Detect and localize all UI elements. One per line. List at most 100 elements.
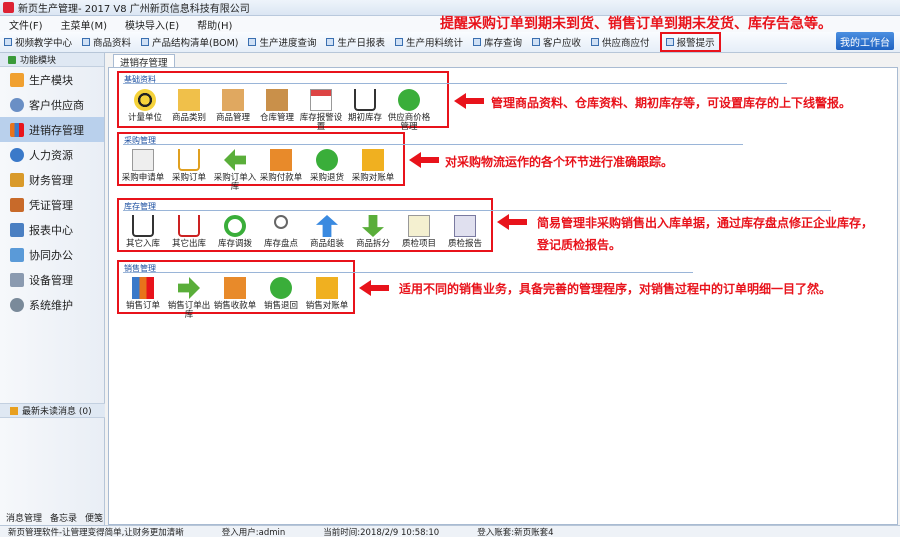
report-icon bbox=[10, 222, 24, 237]
menu-file[interactable]: 文件(F) bbox=[0, 17, 52, 32]
message-icon bbox=[10, 406, 18, 415]
toolbar-receivables[interactable]: 客户应收 bbox=[532, 35, 581, 49]
sidebar-item-collab[interactable]: 协同办公 bbox=[0, 242, 104, 267]
toolbar-material-stats[interactable]: 生产用料统计 bbox=[395, 35, 463, 49]
sidebar-item-system[interactable]: 系统维护 bbox=[0, 292, 104, 317]
module-stock-alarm[interactable]: 库存报警设置 bbox=[299, 89, 343, 132]
voucher-icon bbox=[10, 197, 24, 212]
arrow-up-icon bbox=[316, 215, 338, 237]
module-unit[interactable]: 计量单位 bbox=[123, 89, 167, 123]
toolbar-alert[interactable]: 报警提示 bbox=[659, 32, 721, 52]
warehouse-icon bbox=[266, 89, 288, 111]
people-icon bbox=[10, 97, 24, 112]
sidebar-item-hr[interactable]: 人力资源 bbox=[0, 142, 104, 167]
module-sales-statement[interactable]: 销售对账单 bbox=[305, 277, 349, 311]
status-bar: 新页管理软件-让管理变得简单,让财务更加清晰 登入用户:admin 当前时间:2… bbox=[0, 525, 900, 537]
module-split[interactable]: 商品拆分 bbox=[351, 215, 395, 249]
module-transfer[interactable]: 库存调拨 bbox=[213, 215, 257, 249]
group-sales: 销售管理 销售订单 销售订单出库 销售收款单 销售退回 销售对账单 bbox=[117, 260, 693, 320]
module-purchase-request[interactable]: 采购申请单 bbox=[121, 149, 165, 183]
coins-icon bbox=[316, 277, 338, 299]
arrow-left-icon bbox=[497, 214, 527, 230]
cart-add-icon bbox=[178, 149, 200, 171]
module-purchase-payment[interactable]: 采购付款单 bbox=[259, 149, 303, 183]
group-inventory: 库存管理 其它入库 其它出库 库存调拨 库存盘点 商品组装 商品拆分 质检项目 … bbox=[117, 198, 831, 252]
module-purchase-order[interactable]: 采购订单 bbox=[167, 149, 211, 183]
sidebar-item-customers[interactable]: 客户供应商 bbox=[0, 92, 104, 117]
module-product[interactable]: 商品管理 bbox=[211, 89, 255, 123]
app-icon bbox=[3, 2, 14, 13]
payable-icon bbox=[591, 38, 600, 46]
toolbar-inventory-query[interactable]: 库存查询 bbox=[473, 35, 522, 49]
arrow-right-icon bbox=[178, 277, 200, 299]
window-title: 新页生产管理- 2017 V8 广州新页信息科技有限公司 bbox=[18, 4, 250, 15]
toolbar-daily-report[interactable]: 生产日报表 bbox=[326, 35, 385, 49]
module-opening-stock[interactable]: 期初库存 bbox=[343, 89, 387, 123]
note-sales: 适用不同的销售业务，具备完善的管理程序，对销售过程中的订单明细一目了然。 bbox=[399, 282, 832, 296]
module-category[interactable]: 商品类别 bbox=[167, 89, 211, 123]
cart-in-icon bbox=[132, 215, 154, 237]
sidebar-item-reports[interactable]: 报表中心 bbox=[0, 217, 104, 242]
toolbar-bom[interactable]: 产品结构清单(BOM) bbox=[141, 35, 238, 49]
money-icon bbox=[398, 89, 420, 111]
module-purchase-statement[interactable]: 采购对账单 bbox=[351, 149, 395, 183]
toolbar-video-tutorial[interactable]: 视频教学中心 bbox=[4, 35, 72, 49]
message-mgmt-link[interactable]: 消息管理 bbox=[6, 511, 42, 524]
module-stocktake[interactable]: 库存盘点 bbox=[259, 215, 303, 249]
module-sales-order[interactable]: 销售订单 bbox=[121, 277, 165, 311]
module-sales-return[interactable]: 销售退回 bbox=[259, 277, 303, 311]
search-report-icon bbox=[454, 215, 476, 237]
module-sales-delivery[interactable]: 销售订单出库 bbox=[167, 277, 211, 320]
note-basic-data: 管理商品资料、仓库资料、期初库存等，可设置库存的上下线警报。 bbox=[491, 96, 852, 110]
module-qc-report[interactable]: 质检报告 bbox=[443, 215, 487, 249]
arrow-left-icon bbox=[224, 149, 246, 171]
sidebar-footer: 消息管理 备忘录 便笺 bbox=[0, 510, 105, 524]
menu-help[interactable]: 帮助(H) bbox=[188, 17, 241, 32]
toolbar-payables[interactable]: 供应商应付 bbox=[591, 35, 650, 49]
sidebar-item-equipment[interactable]: 设备管理 bbox=[0, 267, 104, 292]
module-purchase-receipt[interactable]: 采购订单入库 bbox=[213, 149, 257, 192]
tab-inventory[interactable]: 进销存管理 bbox=[113, 54, 175, 69]
box-icon bbox=[222, 89, 244, 111]
module-supplier-price[interactable]: 供应商价格管理 bbox=[387, 89, 431, 132]
sidebar-item-inventory[interactable]: 进销存管理 bbox=[0, 117, 104, 142]
toolbar-production-progress[interactable]: 生产进度查询 bbox=[248, 35, 316, 49]
module-qc-item[interactable]: 质检项目 bbox=[397, 215, 441, 249]
module-other-out[interactable]: 其它出库 bbox=[167, 215, 211, 249]
sidebar: 功能模块 生产模块 客户供应商 进销存管理 人力资源 财务管理 凭证管理 报表中… bbox=[0, 53, 105, 525]
module-sales-receipt[interactable]: 销售收款单 bbox=[213, 277, 257, 311]
video-icon bbox=[4, 38, 12, 46]
radiation-icon bbox=[134, 89, 156, 111]
module-assembly[interactable]: 商品组装 bbox=[305, 215, 349, 249]
cart-icon bbox=[354, 89, 376, 111]
bar-chart-icon bbox=[132, 277, 154, 299]
person-icon bbox=[10, 147, 24, 162]
sidebar-item-voucher[interactable]: 凭证管理 bbox=[0, 192, 104, 217]
receipt-icon bbox=[224, 277, 246, 299]
arrow-left-icon bbox=[409, 152, 439, 168]
menu-module-import[interactable]: 模块导入(E) bbox=[116, 17, 188, 32]
status-slogan: 新页管理软件-让管理变得简单,让财务更加清晰 bbox=[8, 527, 184, 537]
workspace-button[interactable]: 我的工作台 bbox=[836, 32, 894, 50]
memo-link[interactable]: 备忘录 bbox=[50, 511, 77, 524]
edit-icon bbox=[408, 215, 430, 237]
sidebar-item-finance[interactable]: 财务管理 bbox=[0, 167, 104, 192]
module-other-in[interactable]: 其它入库 bbox=[121, 215, 165, 249]
unread-messages[interactable]: 最新未读消息 (0) bbox=[0, 403, 105, 418]
folder-icon bbox=[178, 89, 200, 111]
progress-icon bbox=[248, 38, 257, 46]
note-link[interactable]: 便笺 bbox=[85, 511, 103, 524]
note-purchase: 对采购物流运作的各个环节进行准确跟踪。 bbox=[445, 155, 674, 169]
group-purchase: 采购管理 采购申请单 采购订单 采购订单入库 采购付款单 采购退货 采购对账单 bbox=[117, 132, 743, 192]
module-warehouse[interactable]: 仓库管理 bbox=[255, 89, 299, 123]
toolbar-product-info[interactable]: 商品资料 bbox=[82, 35, 131, 49]
module-purchase-return[interactable]: 采购退货 bbox=[305, 149, 349, 183]
menu-main[interactable]: 主菜单(M) bbox=[52, 17, 116, 32]
coins-icon bbox=[10, 172, 24, 187]
return-icon bbox=[316, 149, 338, 171]
coins-icon bbox=[362, 149, 384, 171]
arrow-left-icon bbox=[454, 93, 484, 109]
device-icon bbox=[10, 272, 24, 287]
main-panel: 基础资料 计量单位 商品类别 商品管理 仓库管理 库存报警设置 期初库存 供应商… bbox=[108, 67, 898, 525]
sidebar-item-production[interactable]: 生产模块 bbox=[0, 67, 104, 92]
